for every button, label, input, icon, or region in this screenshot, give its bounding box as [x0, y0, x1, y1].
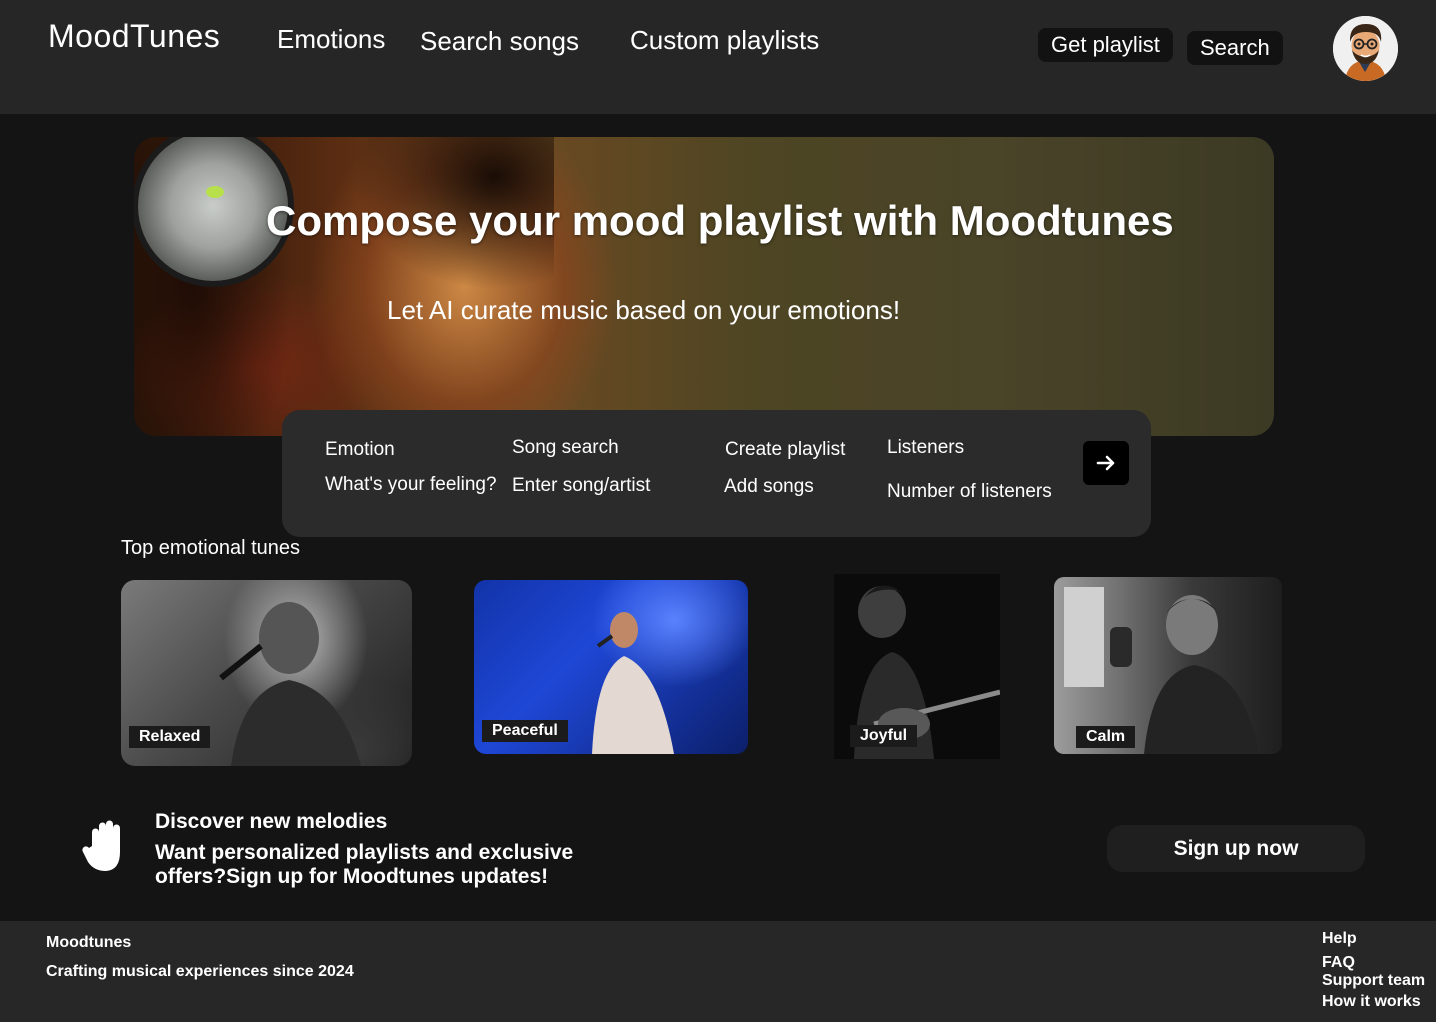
section-title: Top emotional tunes — [121, 537, 301, 559]
listeners-input[interactable]: Number of listeners — [887, 481, 1052, 503]
footer-brand: Moodtunes — [46, 934, 132, 951]
hero-title: Compose your mood playlist with Moodtune… — [266, 197, 1174, 244]
tune-label: Relaxed — [129, 726, 211, 748]
song-search-input[interactable]: Enter song/artist — [512, 475, 650, 497]
tune-card-peaceful[interactable]: Peaceful — [474, 580, 748, 754]
footer-link-how-it-works[interactable]: How it works — [1322, 993, 1421, 1011]
nav-custom-playlists[interactable]: Custom playlists — [630, 25, 819, 56]
listeners-label: Listeners — [887, 437, 965, 458]
emotion-label: Emotion — [325, 439, 395, 460]
nav-emotions[interactable]: Emotions — [277, 24, 385, 55]
footer-tagline: Crafting musical experiences since 2024 — [46, 963, 354, 980]
hand-icon — [82, 818, 134, 879]
tune-card-relaxed[interactable]: Relaxed — [121, 580, 412, 766]
search-button[interactable]: Search — [1187, 31, 1283, 65]
footer: Moodtunes Crafting musical experiences s… — [0, 921, 1436, 1022]
avatar-portrait-icon — [1333, 16, 1398, 81]
hero-subtitle: Let AI curate music based on your emotio… — [387, 295, 901, 325]
footer-link-help[interactable]: Help — [1322, 930, 1357, 948]
hero-banner: Compose your mood playlist with Moodtune… — [134, 137, 1274, 436]
brand-logo[interactable]: MoodTunes — [48, 18, 220, 55]
search-panel: Emotion What's your feeling? Song search… — [282, 410, 1151, 537]
headphone-logo — [206, 186, 224, 198]
song-search-label: Song search — [512, 437, 619, 458]
tune-card-joyful[interactable]: Joyful — [834, 574, 1000, 759]
arrow-right-icon — [1096, 455, 1115, 471]
submit-button[interactable] — [1083, 441, 1129, 485]
top-header: MoodTunes Emotions Search songs Custom p… — [0, 0, 1436, 114]
nav-search-songs[interactable]: Search songs — [420, 26, 579, 57]
emotion-input[interactable]: What's your feeling? — [325, 474, 497, 496]
footer-link-faq[interactable]: FAQ — [1322, 954, 1355, 972]
promo-title: Discover new melodies — [155, 810, 388, 833]
footer-link-support-team[interactable]: Support team — [1322, 972, 1425, 990]
tune-label: Joyful — [850, 725, 918, 747]
get-playlist-button[interactable]: Get playlist — [1038, 28, 1173, 62]
promo-text: Want personalized playlists and exclusiv… — [155, 841, 574, 888]
user-avatar[interactable] — [1333, 16, 1398, 81]
sign-up-button[interactable]: Sign up now — [1107, 825, 1365, 872]
add-songs-input[interactable]: Add songs — [724, 476, 814, 498]
tune-card-calm[interactable]: Calm — [1054, 577, 1282, 754]
tune-label: Calm — [1076, 726, 1136, 748]
create-playlist-label: Create playlist — [725, 439, 846, 460]
tune-label: Peaceful — [482, 720, 568, 742]
